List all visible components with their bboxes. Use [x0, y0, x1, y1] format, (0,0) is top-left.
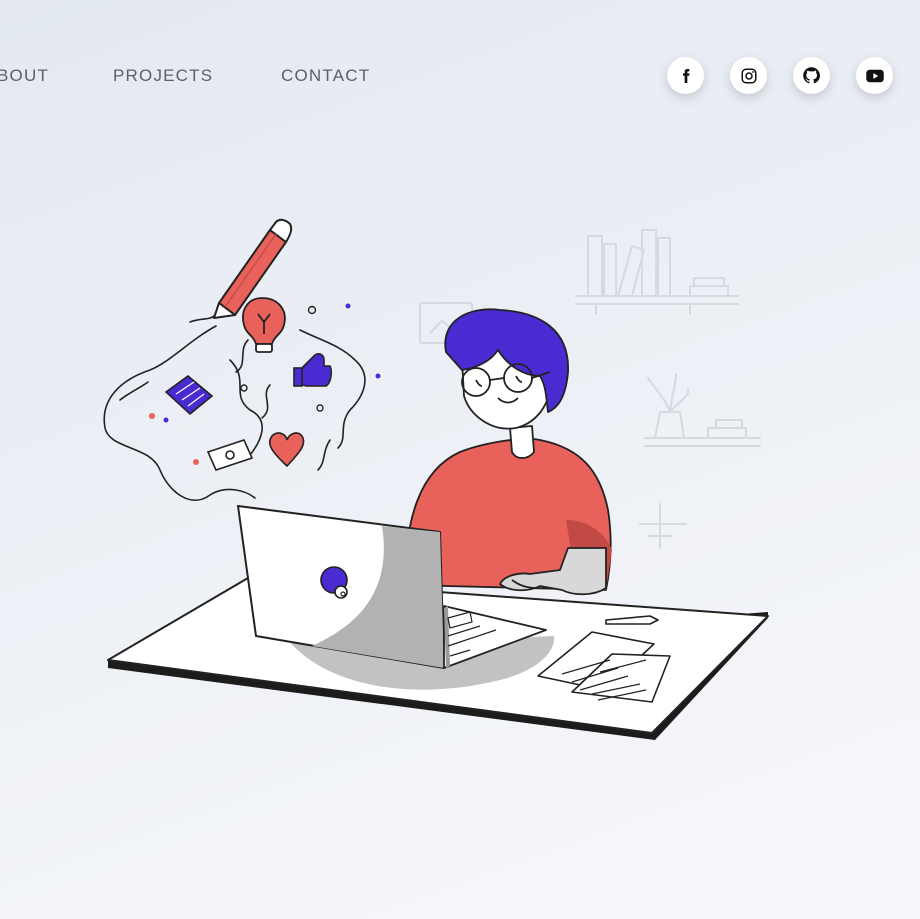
youtube-button[interactable]	[856, 57, 893, 94]
facebook-button[interactable]	[667, 57, 704, 94]
facebook-icon	[682, 68, 690, 83]
note-card-icon	[164, 374, 214, 416]
social-links	[667, 57, 893, 95]
github-button[interactable]	[793, 57, 830, 94]
heart-icon	[268, 432, 305, 468]
money-icon	[206, 439, 254, 471]
nav-link-about[interactable]: BOUT	[0, 66, 49, 86]
youtube-icon	[865, 69, 884, 82]
wall-brick-lines	[639, 503, 687, 549]
nav-link-contact[interactable]: CONTACT	[281, 66, 370, 86]
lightbulb-icon	[242, 297, 286, 353]
nav-link-projects[interactable]: PROJECTS	[113, 66, 213, 86]
plant-shelf-icon	[644, 373, 761, 447]
developer-illustration	[103, 218, 769, 740]
github-icon	[803, 67, 821, 84]
idea-doodles	[103, 315, 366, 501]
bookshelf-icon	[575, 229, 739, 315]
instagram-icon	[741, 68, 756, 83]
instagram-button[interactable]	[730, 57, 767, 94]
thumbs-up-icon	[293, 353, 332, 387]
